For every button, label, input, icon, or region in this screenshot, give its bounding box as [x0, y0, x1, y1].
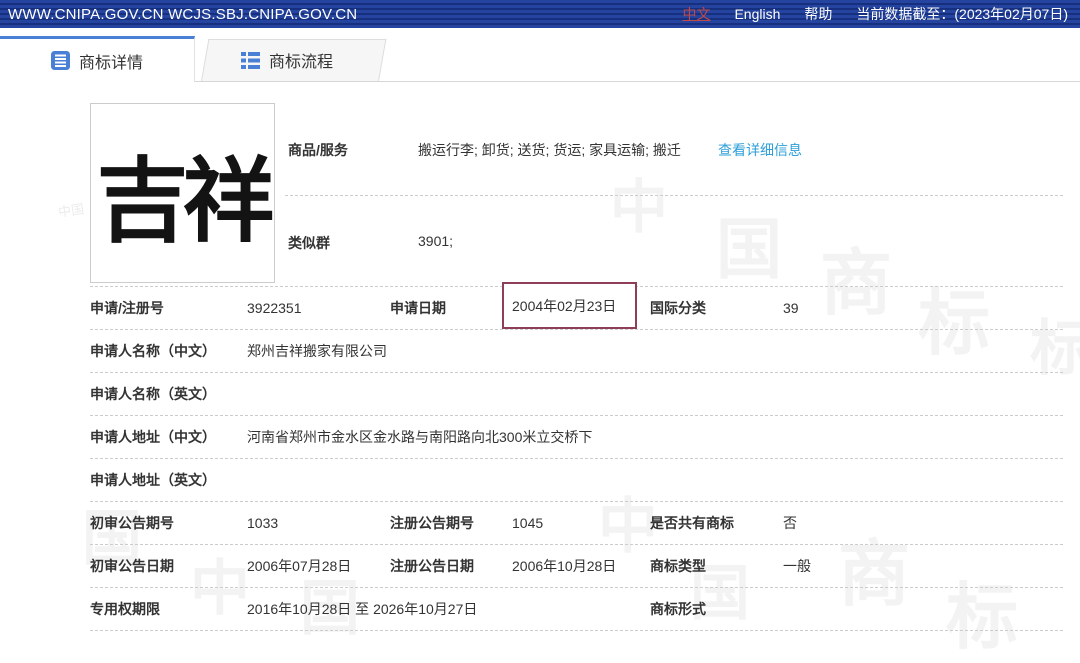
tab-trademark-process[interactable]: 商标流程 [195, 39, 379, 81]
application-number-label: 申请/注册号 [90, 287, 164, 329]
document-lines-icon [51, 51, 70, 70]
row-applicant-name-en: 申请人名称（英文） [90, 373, 1063, 416]
registration-gazette-date-value: 2006年10月28日 [512, 545, 616, 587]
divider [285, 195, 1063, 196]
application-date-highlight-box: 2004年02月23日 [502, 282, 637, 329]
site-domains: WWW.CNIPA.GOV.CN WCJS.SBJ.CNIPA.GOV.CN [8, 6, 357, 23]
registration-gazette-no-label: 注册公告期号 [390, 502, 474, 544]
row-applicant-name-cn: 申请人名称（中文） 郑州吉祥搬家有限公司 [90, 330, 1063, 373]
preliminary-gazette-date-value: 2006年07月28日 [247, 545, 351, 587]
data-cutoff-date: 当前数据截至：(2023年02月07日) [856, 4, 1068, 24]
registration-gazette-date-label: 注册公告日期 [390, 545, 474, 587]
view-details-link[interactable]: 查看详细信息 [718, 140, 802, 160]
international-class-value: 39 [783, 287, 799, 329]
application-date-label: 申请日期 [390, 287, 446, 329]
trademark-form-label: 商标形式 [650, 588, 706, 630]
list-grid-icon [241, 52, 260, 69]
tab-trademark-details[interactable]: 商标详情 [0, 36, 195, 82]
application-number-value: 3922351 [247, 287, 302, 329]
applicant-address-cn-value: 河南省郑州市金水区金水路与南阳路向北300米立交桥下 [247, 416, 592, 458]
tab-bar: 商标详情 商标流程 [0, 36, 1080, 82]
international-class-label: 国际分类 [650, 287, 706, 329]
trademark-type-label: 商标类型 [650, 545, 706, 587]
goods-services-value: 搬运行李; 卸货; 送货; 货运; 家具运输; 搬迁 [418, 140, 681, 160]
trademark-summary-block: 吉祥 商品/服务 搬运行李; 卸货; 送货; 货运; 家具运输; 搬迁 查看详细… [90, 103, 1063, 287]
exclusive-right-term-value: 2016年10月28日 至 2026年10月27日 [247, 588, 477, 630]
field-rows: 申请/注册号 3922351 申请日期 2004年02月23日 国际分类 39 … [90, 287, 1063, 631]
top-bar: WWW.CNIPA.GOV.CN WCJS.SBJ.CNIPA.GOV.CN 中… [0, 0, 1080, 28]
preliminary-gazette-no-label: 初审公告期号 [90, 502, 174, 544]
applicant-address-en-label: 申请人地址（英文） [90, 459, 216, 501]
applicant-name-cn-value: 郑州吉祥搬家有限公司 [247, 330, 387, 372]
applicant-name-cn-label: 申请人名称（中文） [90, 330, 216, 372]
application-date-value: 2004年02月23日 [512, 296, 616, 316]
row-registration: 申请/注册号 3922351 申请日期 2004年02月23日 国际分类 39 [90, 287, 1063, 330]
tab-details-label: 商标详情 [79, 49, 143, 73]
preliminary-gazette-date-label: 初审公告日期 [90, 545, 174, 587]
trademark-image-text: 吉祥 [96, 127, 268, 260]
registration-gazette-no-value: 1045 [512, 502, 543, 544]
lang-english-link[interactable]: English [734, 6, 780, 22]
help-link[interactable]: 帮助 [804, 4, 832, 24]
trademark-type-value: 一般 [783, 545, 811, 587]
topbar-links: 中文 English 帮助 当前数据截至：(2023年02月07日) [682, 4, 1068, 24]
similar-group-value: 3901; [418, 233, 453, 249]
row-gazette-dates: 初审公告日期 2006年07月28日 注册公告日期 2006年10月28日 商标… [90, 545, 1063, 588]
exclusive-right-term-label: 专用权期限 [90, 588, 160, 630]
row-applicant-address-en: 申请人地址（英文） [90, 459, 1063, 502]
shared-trademark-label: 是否共有商标 [650, 502, 734, 544]
applicant-address-cn-label: 申请人地址（中文） [90, 416, 216, 458]
similar-group-label: 类似群 [288, 233, 330, 253]
row-applicant-address-cn: 申请人地址（中文） 河南省郑州市金水区金水路与南阳路向北300米立交桥下 [90, 416, 1063, 459]
goods-services-label: 商品/服务 [288, 140, 348, 160]
row-exclusive-right-term: 专用权期限 2016年10月28日 至 2026年10月27日 商标形式 [90, 588, 1063, 631]
preliminary-gazette-no-value: 1033 [247, 502, 278, 544]
trademark-detail-panel: 吉祥 商品/服务 搬运行李; 卸货; 送货; 货运; 家具运输; 搬迁 查看详细… [0, 82, 1080, 636]
shared-trademark-value: 否 [783, 502, 797, 544]
trademark-image: 吉祥 [90, 103, 275, 283]
tab-process-label: 商标流程 [269, 48, 333, 72]
row-gazette-numbers: 初审公告期号 1033 注册公告期号 1045 是否共有商标 否 [90, 502, 1063, 545]
applicant-name-en-label: 申请人名称（英文） [90, 373, 216, 415]
lang-chinese-link[interactable]: 中文 [682, 4, 710, 24]
